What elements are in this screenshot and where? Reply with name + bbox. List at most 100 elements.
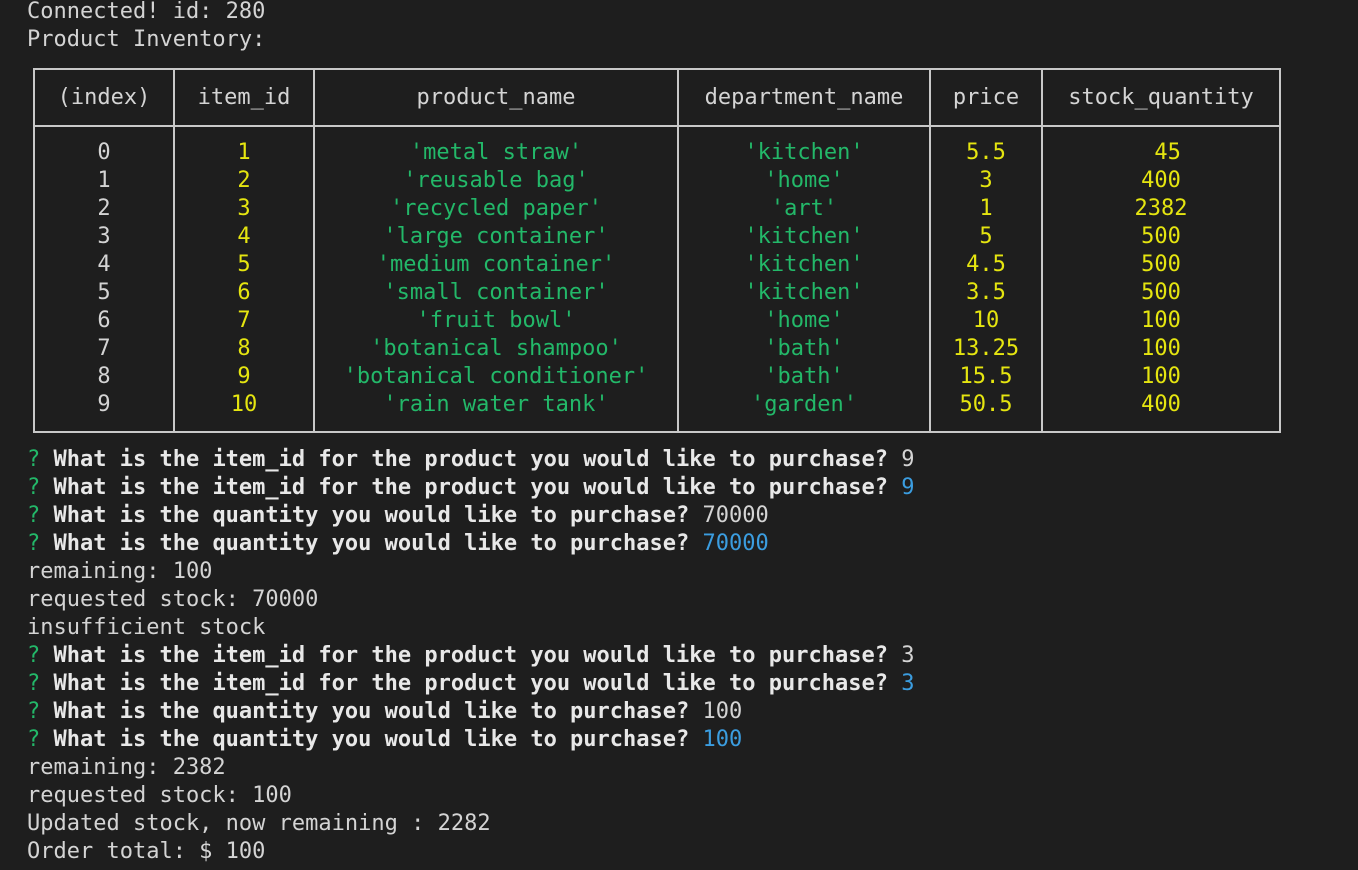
cell-product-name: 'metal straw' [313, 126, 679, 167]
cell-price: 50.5 [929, 391, 1043, 432]
cell-stock-quantity: 400 [1041, 391, 1281, 432]
prompt-confirmed-answer: 3 [901, 671, 915, 696]
prompt-question: What is the quantity you would like to p… [53, 503, 690, 528]
cell-department-name: 'bath' [677, 335, 931, 363]
cell-index: 0 [33, 126, 175, 167]
column-header-item-id: item_id [173, 69, 315, 127]
cell-item-id: 10 [173, 391, 315, 432]
output-line: Order total: $ 100 [27, 839, 266, 864]
cell-price: 13.25 [929, 335, 1043, 363]
prompt-answer-input[interactable]: 3 [901, 643, 914, 668]
cell-department-name: 'home' [677, 167, 931, 195]
output-line: requested stock: 70000 [27, 587, 319, 612]
table-row: 3 4'large container''kitchen' 5 500 [33, 223, 1281, 251]
cell-product-name: 'fruit bowl' [313, 307, 679, 335]
cell-stock-quantity: 500 [1041, 251, 1281, 279]
prompt-question: What is the item_id for the product you … [53, 671, 888, 696]
cell-price: 5 [929, 223, 1043, 251]
prompt-line: ? What is the quantity you would like to… [27, 698, 1358, 726]
table-row: 8 9'botanical conditioner''bath' 15.5 100 [33, 363, 1281, 391]
cell-index: 4 [33, 251, 175, 279]
column-header-product-name: product_name [313, 69, 679, 127]
prompt-line: ? What is the item_id for the product yo… [27, 642, 1358, 670]
table-row: 5 6'small container''kitchen' 3.5 500 [33, 279, 1281, 307]
cell-price: 10 [929, 307, 1043, 335]
prompt-confirmed-answer: 100 [702, 727, 743, 752]
table-body: 0 1'metal straw''kitchen' 5.5 45 1 2'reusabl… [33, 126, 1281, 432]
prompt-question: What is the item_id for the product you … [53, 643, 888, 668]
prompt-question-mark: ? [27, 643, 41, 668]
cell-price: 3.5 [929, 279, 1043, 307]
prompt-confirmed-answer: 9 [901, 475, 915, 500]
output-line: remaining: 2382 [27, 755, 226, 780]
cell-item-id: 9 [173, 363, 315, 391]
cell-department-name: 'kitchen' [677, 126, 931, 167]
prompt-question-mark: ? [27, 699, 41, 724]
column-header-department-name: department_name [677, 69, 931, 127]
cell-item-id: 7 [173, 307, 315, 335]
inventory-table: (index) item_id product_name department_… [33, 68, 1281, 433]
cell-product-name: 'small container' [313, 279, 679, 307]
cell-price: 5.5 [929, 126, 1043, 167]
truncated-next-line [27, 866, 1127, 870]
table-header-row: (index) item_id product_name department_… [33, 69, 1281, 127]
connection-status: Connected! id: 280 [27, 0, 266, 24]
inventory-heading: Product Inventory: [27, 27, 266, 52]
prompt-answer-input[interactable]: 100 [703, 699, 743, 724]
table-row: 1 2'reusable bag''home' 3 400 [33, 167, 1281, 195]
cell-product-name: 'medium container' [313, 251, 679, 279]
cell-stock-quantity: 45 [1041, 126, 1281, 167]
prompt-line: ? What is the item_id for the product yo… [27, 446, 1358, 474]
cell-index: 1 [33, 167, 175, 195]
cell-product-name: 'large container' [313, 223, 679, 251]
table-row: 4 5'medium container''kitchen' 4.5 500 [33, 251, 1281, 279]
cell-index: 8 [33, 363, 175, 391]
table-row: 6 7'fruit bowl''home' 10 100 [33, 307, 1281, 335]
cell-item-id: 1 [173, 126, 315, 167]
table-row: 0 1'metal straw''kitchen' 5.5 45 [33, 126, 1281, 167]
prompt-line: ? What is the quantity you would like to… [27, 530, 1358, 558]
cell-product-name: 'reusable bag' [313, 167, 679, 195]
prompt-question-mark: ? [27, 727, 41, 752]
column-header-index: (index) [33, 69, 175, 127]
cell-department-name: 'garden' [677, 391, 931, 432]
prompt-question-mark: ? [27, 503, 41, 528]
prompt-question: What is the quantity you would like to p… [53, 531, 690, 556]
cell-stock-quantity: 100 [1041, 335, 1281, 363]
cell-item-id: 6 [173, 279, 315, 307]
output-line: Updated stock, now remaining : 2282 [27, 811, 491, 836]
cell-stock-quantity: 500 [1041, 279, 1281, 307]
cell-index: 9 [33, 391, 175, 432]
cell-stock-quantity: 2382 [1041, 195, 1281, 223]
prompt-question-mark: ? [27, 531, 41, 556]
cell-stock-quantity: 400 [1041, 167, 1281, 195]
cell-item-id: 3 [173, 195, 315, 223]
prompt-question-mark: ? [27, 671, 41, 696]
prompt-confirmed-answer: 70000 [702, 531, 769, 556]
cell-product-name: 'botanical shampoo' [313, 335, 679, 363]
cell-item-id: 8 [173, 335, 315, 363]
cell-index: 3 [33, 223, 175, 251]
prompt-question: What is the quantity you would like to p… [53, 727, 690, 752]
cell-price: 15.5 [929, 363, 1043, 391]
cell-price: 3 [929, 167, 1043, 195]
terminal-session: ? What is the item_id for the product yo… [27, 446, 1358, 866]
cell-stock-quantity: 500 [1041, 223, 1281, 251]
prompt-line: ? What is the item_id for the product yo… [27, 474, 1358, 502]
prompt-question-mark: ? [27, 475, 41, 500]
cell-stock-quantity: 100 [1041, 363, 1281, 391]
output-line: insufficient stock [27, 615, 266, 640]
cell-item-id: 5 [173, 251, 315, 279]
cell-department-name: 'art' [677, 195, 931, 223]
prompt-answer-input[interactable]: 9 [901, 447, 914, 472]
prompt-question: What is the item_id for the product you … [53, 447, 888, 472]
column-header-stock-quantity: stock_quantity [1041, 69, 1281, 127]
output-line: remaining: 100 [27, 559, 213, 584]
prompt-answer-input[interactable]: 70000 [703, 503, 769, 528]
cell-price: 4.5 [929, 251, 1043, 279]
prompt-line: ? What is the quantity you would like to… [27, 726, 1358, 754]
cell-index: 5 [33, 279, 175, 307]
prompt-question-mark: ? [27, 447, 41, 472]
cell-department-name: 'kitchen' [677, 279, 931, 307]
prompt-question: What is the item_id for the product you … [53, 475, 888, 500]
